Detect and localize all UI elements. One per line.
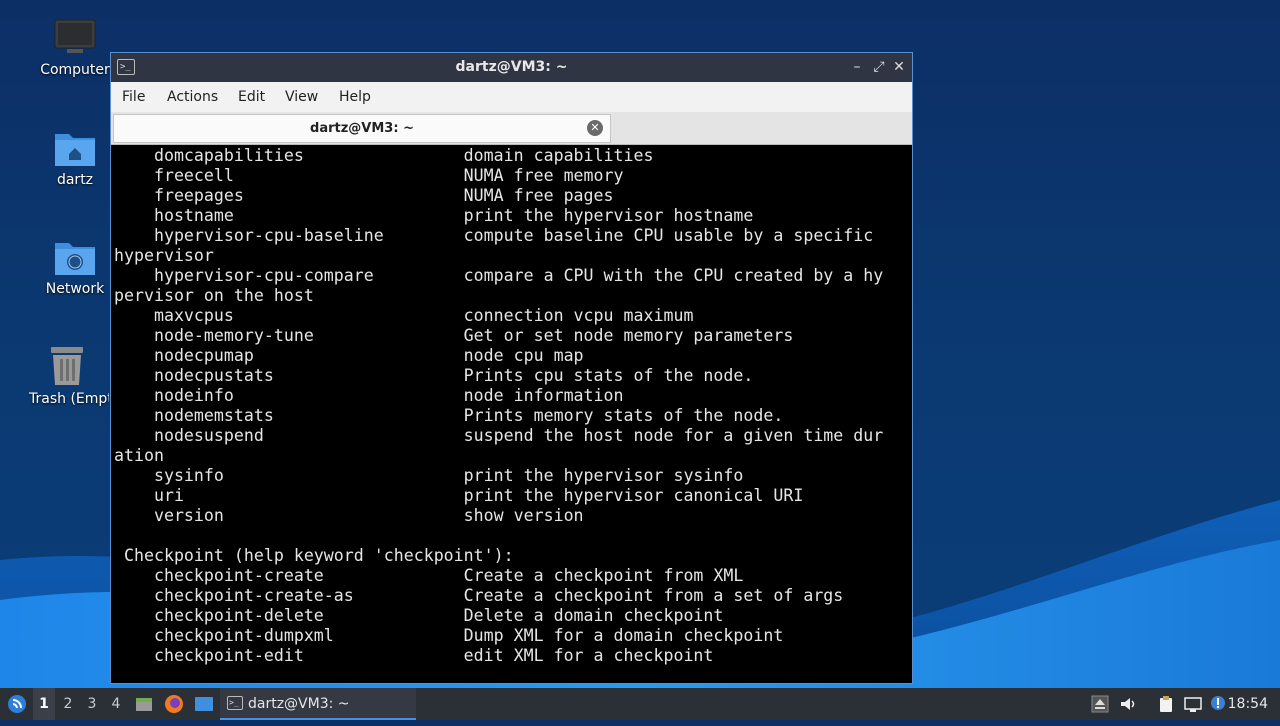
- terminal-line: ation: [114, 446, 164, 465]
- terminal-line: hypervisor: [114, 246, 214, 265]
- menu-view[interactable]: View: [285, 89, 318, 105]
- menu-file[interactable]: File: [122, 89, 145, 105]
- network-icon[interactable]: [1184, 695, 1202, 713]
- file-manager-launcher[interactable]: [133, 688, 155, 720]
- start-menu-icon: [8, 695, 26, 713]
- terminal-window[interactable]: >_ dartz@VM3: ~ – ⤢ ✕ File Actions Edit …: [110, 52, 913, 684]
- terminal-line: nodecpumap node cpu map: [114, 346, 584, 365]
- terminal-line: version show version: [114, 506, 584, 525]
- terminal-line: checkpoint-edit edit XML for a checkpoin…: [114, 646, 714, 665]
- menu-actions[interactable]: Actions: [167, 89, 218, 105]
- clipboard-icon[interactable]: [1157, 695, 1175, 713]
- menu-bar: File Actions Edit View Help: [111, 82, 912, 112]
- menu-help[interactable]: Help: [339, 89, 371, 105]
- terminal-line: checkpoint-delete Delete a domain checkp…: [114, 606, 724, 625]
- file-manager-icon: [136, 698, 152, 711]
- close-button[interactable]: ✕: [890, 58, 908, 76]
- terminal-line: maxvcpus connection vcpu maximum: [114, 306, 694, 325]
- terminal-line: hostname print the hypervisor hostname: [114, 206, 754, 225]
- terminal-app-icon: >_: [227, 696, 243, 710]
- workspace-3[interactable]: 3: [81, 688, 103, 720]
- terminal-line: node-memory-tune Get or set node memory …: [114, 326, 794, 345]
- workspace-2[interactable]: 2: [57, 688, 79, 720]
- tab-close-icon[interactable]: ✕: [587, 120, 603, 136]
- clock[interactable]: 18:54: [1228, 688, 1268, 720]
- network-folder-icon: [55, 243, 95, 275]
- terminal-line: nodememstats Prints memory stats of the …: [114, 406, 784, 425]
- tab-bar: dartz@VM3: ~ ✕: [111, 112, 912, 145]
- terminal-line: uri print the hypervisor canonical URI: [114, 486, 804, 505]
- menu-edit[interactable]: Edit: [238, 89, 265, 105]
- update-notifier-icon[interactable]: [1209, 695, 1227, 713]
- terminal-line: checkpoint-create-as Create a checkpoint…: [114, 586, 844, 605]
- taskbar: 1 2 3 4 >_ dartz@VM3: ~ 18:54: [0, 688, 1280, 720]
- volume-icon[interactable]: [1119, 695, 1137, 713]
- terminal-output[interactable]: domcapabilities domain capabilities free…: [114, 146, 909, 680]
- trash-icon: [51, 347, 83, 385]
- terminal-line: nodecpustats Prints cpu stats of the nod…: [114, 366, 754, 385]
- desktop-icon-trash[interactable]: Trash (Empty): [25, 345, 109, 407]
- firefox-icon: [165, 695, 183, 713]
- terminal-line: Checkpoint (help keyword 'checkpoint'):: [114, 546, 514, 565]
- terminal-line: pervisor on the host: [114, 286, 314, 305]
- terminal-line: checkpoint-dumpxml Dump XML for a domain…: [114, 626, 784, 645]
- window-titlebar[interactable]: >_ dartz@VM3: ~ – ⤢ ✕: [111, 53, 912, 82]
- terminal-line: domcapabilities domain capabilities: [114, 146, 654, 165]
- desktop-icon-label: Trash (Empty): [29, 391, 109, 407]
- maximize-button[interactable]: ⤢: [870, 58, 888, 76]
- terminal-line: hypervisor-cpu-baseline compute baseline…: [114, 226, 874, 245]
- start-menu-button[interactable]: [4, 688, 30, 720]
- terminal-line: sysinfo print the hypervisor sysinfo: [114, 466, 744, 485]
- workspace-4[interactable]: 4: [105, 688, 127, 720]
- show-desktop-icon: [195, 697, 213, 711]
- home-folder-icon: [55, 134, 95, 166]
- terminal-line: hypervisor-cpu-compare compare a CPU wit…: [114, 266, 884, 285]
- workspace-1[interactable]: 1: [33, 688, 55, 720]
- terminal-line: freepages NUMA free pages: [114, 186, 614, 205]
- taskbar-item-label: dartz@VM3: ~: [248, 696, 350, 712]
- firefox-launcher[interactable]: [162, 688, 186, 720]
- terminal-line: nodesuspend suspend the host node for a …: [114, 426, 884, 445]
- taskbar-item-terminal[interactable]: >_ dartz@VM3: ~: [220, 688, 416, 720]
- eject-icon[interactable]: [1091, 695, 1109, 713]
- window-title: dartz@VM3: ~: [455, 59, 568, 75]
- computer-icon: [54, 19, 96, 53]
- tab-label: dartz@VM3: ~: [310, 121, 414, 136]
- terminal-line: freecell NUMA free memory: [114, 166, 624, 185]
- tab-terminal[interactable]: dartz@VM3: ~ ✕: [113, 114, 611, 143]
- minimize-button[interactable]: –: [848, 58, 866, 76]
- terminal-line: checkpoint-create Create a checkpoint fr…: [114, 566, 744, 585]
- show-desktop-button[interactable]: [192, 688, 216, 720]
- terminal-line: nodeinfo node information: [114, 386, 624, 405]
